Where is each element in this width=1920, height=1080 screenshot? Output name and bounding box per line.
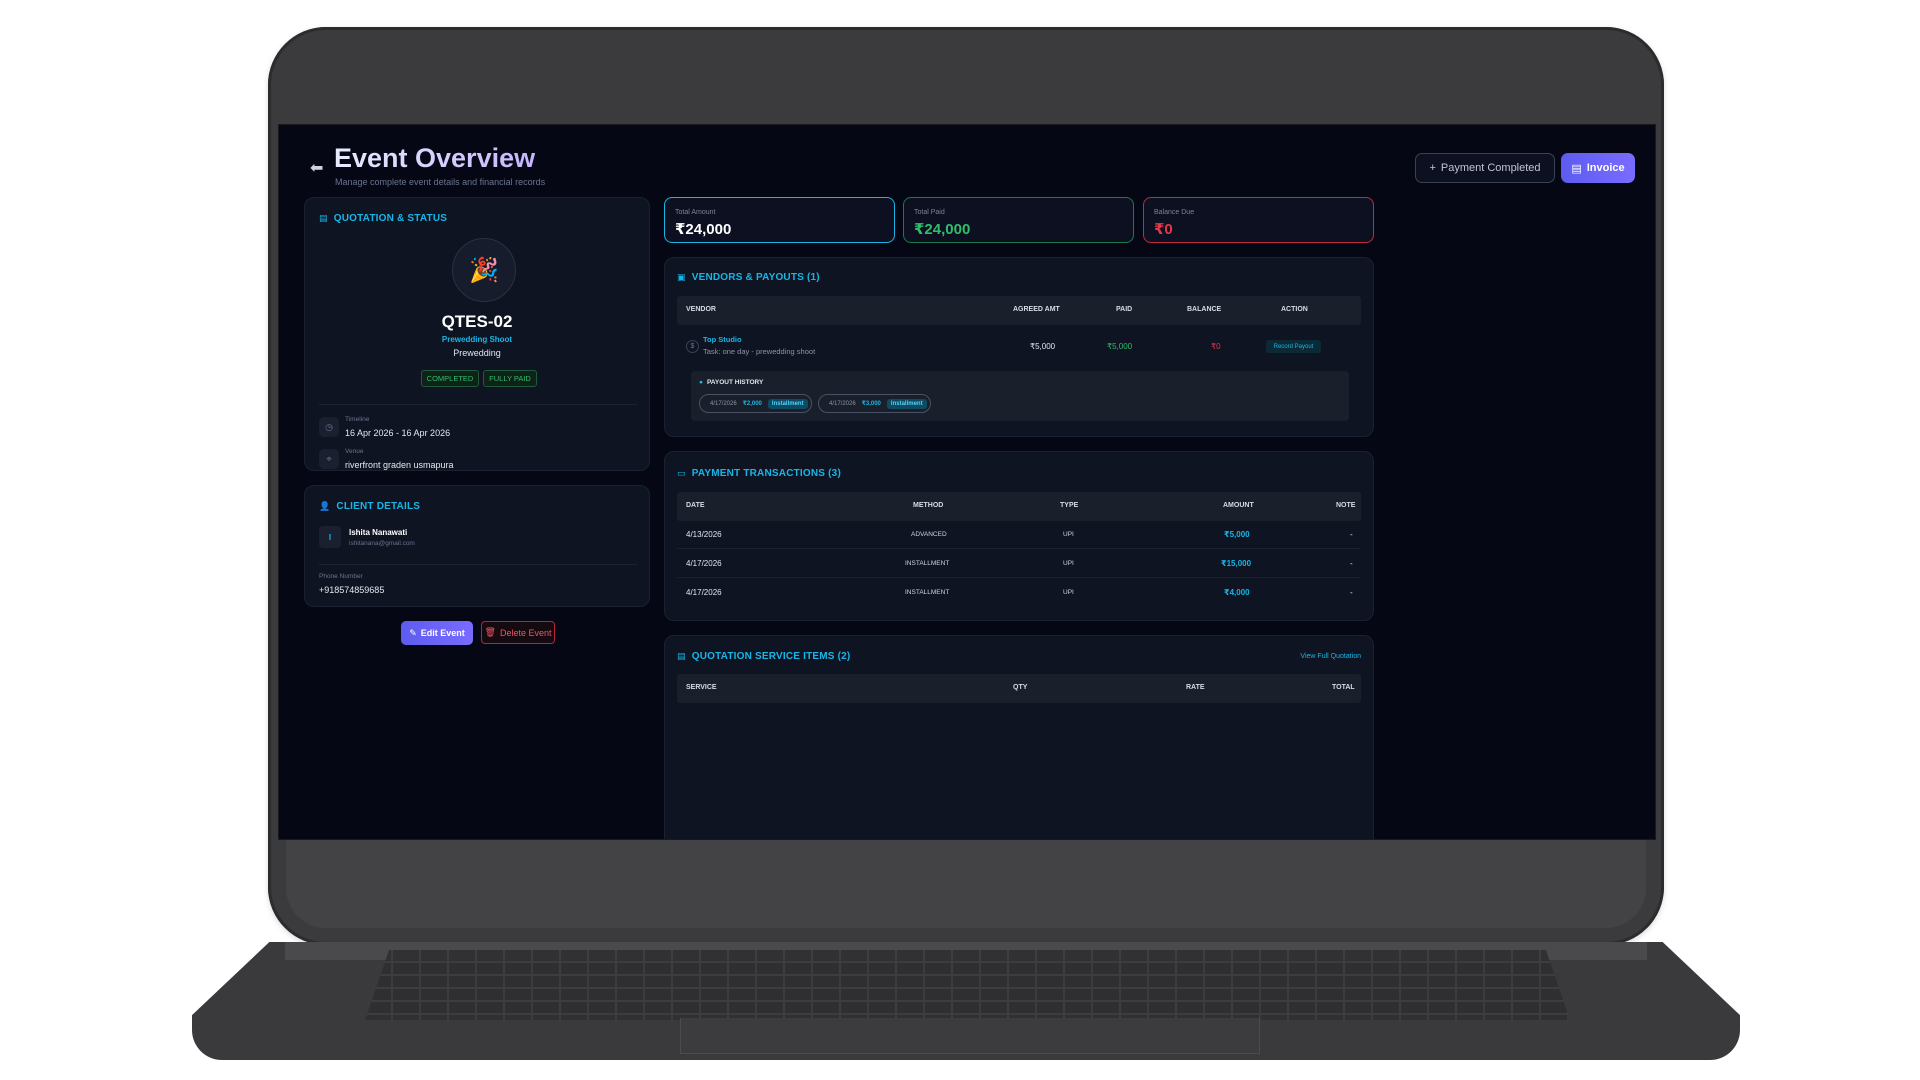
total-paid-label: Total Paid	[914, 209, 945, 216]
laptop-trackpad	[680, 1018, 1260, 1054]
column-header: QTY	[1013, 684, 1028, 691]
party-popper-icon: 🎉	[452, 238, 516, 302]
quotation-status-card: ▤ QUOTATION & STATUS 🎉 QTES-02 Preweddin…	[304, 197, 650, 471]
transactions-table-header: DATE METHOD TYPE AMOUNT NOTE	[677, 492, 1361, 521]
back-arrow-icon[interactable]: ⬅	[310, 158, 323, 178]
credit-card-icon: ▭	[677, 468, 686, 478]
column-header: PAID	[1116, 306, 1133, 313]
row-divider	[677, 577, 1361, 578]
record-payout-button[interactable]: Record Payout	[1266, 340, 1321, 353]
page-subtitle: Manage complete event details and financ…	[335, 177, 546, 187]
column-header: TOTAL	[1332, 684, 1355, 691]
event-category: Prewedding	[453, 348, 501, 358]
balance-due-value: ₹0	[1154, 221, 1173, 238]
balance-due-label: Balance Due	[1154, 209, 1195, 216]
trash-icon: 🗑	[484, 627, 496, 637]
column-header: AMOUNT	[1223, 502, 1254, 509]
transactions-section-title: ▭ PAYMENT TRANSACTIONS (3)	[677, 468, 841, 479]
vendor-balance: ₹0	[1211, 342, 1221, 351]
payment-completed-label: Payment Completed	[1440, 162, 1541, 174]
column-header: SERVICE	[686, 684, 717, 691]
timeline-label: Timeline	[345, 416, 370, 423]
venue-value: riverfront graden usmapura	[345, 460, 454, 470]
event-overview-app: ⬅ Event Overview Manage complete event d…	[279, 125, 1655, 839]
column-header: NOTE	[1336, 502, 1356, 509]
payout-history-title: ● PAYOUT HISTORY	[699, 379, 764, 386]
payment-status-badge: FULLY PAID	[483, 370, 537, 387]
pencil-icon: ✎	[409, 627, 417, 638]
client-name: Ishita Nanawati	[349, 528, 408, 537]
delete-event-button[interactable]: 🗑 Delete Event	[481, 621, 555, 644]
column-header: METHOD	[913, 502, 944, 509]
total-paid-value: ₹24,000	[914, 221, 971, 238]
total-amount-label: Total Amount	[675, 209, 716, 216]
venue-label: Venue	[345, 448, 364, 455]
vendor-agreed-amount: ₹5,000	[1030, 342, 1056, 351]
location-pin-icon: ⌖	[319, 449, 339, 469]
dot-icon: ●	[699, 379, 703, 386]
plus-icon: +	[1429, 162, 1436, 174]
laptop-screen: ⬅ Event Overview Manage complete event d…	[278, 124, 1656, 840]
column-header: BALANCE	[1187, 306, 1222, 313]
divider	[319, 564, 637, 565]
laptop-bezel-bottom	[286, 836, 1646, 928]
briefcase-icon: ▣	[677, 272, 686, 282]
column-header: RATE	[1186, 684, 1205, 691]
clock-icon: ◷	[319, 417, 339, 437]
client-details-card: 👤 CLIENT DETAILS I Ishita Nanawati ishit…	[304, 485, 650, 607]
vendor-paid-amount: ₹5,000	[1107, 342, 1133, 351]
timeline-value: 16 Apr 2026 - 16 Apr 2026	[345, 428, 451, 438]
payout-pill: 4/17/2026 ₹3,000 Installment	[818, 394, 931, 413]
vendors-section-title: ▣ VENDORS & PAYOUTS (1)	[677, 272, 820, 283]
edit-event-button[interactable]: ✎ Edit Event	[401, 621, 473, 645]
client-section-title: 👤 CLIENT DETAILS	[319, 501, 421, 512]
vendors-payouts-card: ▣ VENDORS & PAYOUTS (1) VENDOR AGREED AM…	[664, 257, 1374, 437]
phone-value: +918574859685	[319, 585, 385, 595]
avatar: I	[319, 526, 341, 548]
balance-due-card: Balance Due ₹0	[1143, 197, 1374, 243]
view-full-quotation-link[interactable]: View Full Quotation	[1300, 653, 1361, 660]
column-header: ACTION	[1281, 306, 1308, 313]
payment-completed-button[interactable]: + Payment Completed	[1415, 153, 1555, 183]
invoice-label: Invoice	[1586, 162, 1625, 174]
total-amount-value: ₹24,000	[675, 221, 732, 238]
column-header: DATE	[686, 502, 705, 509]
row-divider	[677, 548, 1361, 549]
column-header: AGREED AMT	[1013, 306, 1060, 313]
status-badge: COMPLETED	[421, 370, 479, 387]
divider	[319, 404, 637, 405]
vendor-task: Task: one day - prewedding shoot	[703, 347, 816, 356]
vendors-table-header: VENDOR AGREED AMT PAID BALANCE ACTION	[677, 296, 1361, 325]
document-icon: ▤	[1571, 162, 1582, 175]
quotation-section-title: ▤ QUOTATION & STATUS	[319, 213, 448, 224]
quotation-service-items-card: ▤ QUOTATION SERVICE ITEMS (2) View Full …	[664, 635, 1374, 839]
payout-pill: 4/17/2026 ₹2,000 Installment	[699, 394, 812, 413]
payment-transactions-card: ▭ PAYMENT TRANSACTIONS (3) DATE METHOD T…	[664, 451, 1374, 621]
document-icon: ▤	[319, 213, 328, 223]
client-email: ishitanana@gmail.com	[349, 540, 415, 547]
phone-label: Phone Number	[319, 573, 363, 580]
page-title: Event Overview	[334, 143, 536, 173]
user-icon: 👤	[319, 501, 331, 511]
vendor-name[interactable]: Top Studio	[703, 335, 742, 344]
laptop-keyboard-rows	[365, 950, 1570, 1020]
document-icon: ▤	[677, 651, 686, 661]
event-type: Prewedding Shoot	[441, 335, 513, 344]
column-header: TYPE	[1060, 502, 1079, 509]
total-amount-card: Total Amount ₹24,000	[664, 197, 895, 243]
vendor-icon: $	[686, 340, 699, 353]
service-items-section-title: ▤ QUOTATION SERVICE ITEMS (2)	[677, 651, 851, 662]
service-items-table-header: SERVICE QTY RATE TOTAL	[677, 674, 1361, 703]
total-paid-card: Total Paid ₹24,000	[903, 197, 1134, 243]
quotation-code: QTES-02	[441, 312, 513, 331]
invoice-button[interactable]: ▤ Invoice	[1561, 153, 1635, 183]
column-header: VENDOR	[686, 306, 716, 313]
